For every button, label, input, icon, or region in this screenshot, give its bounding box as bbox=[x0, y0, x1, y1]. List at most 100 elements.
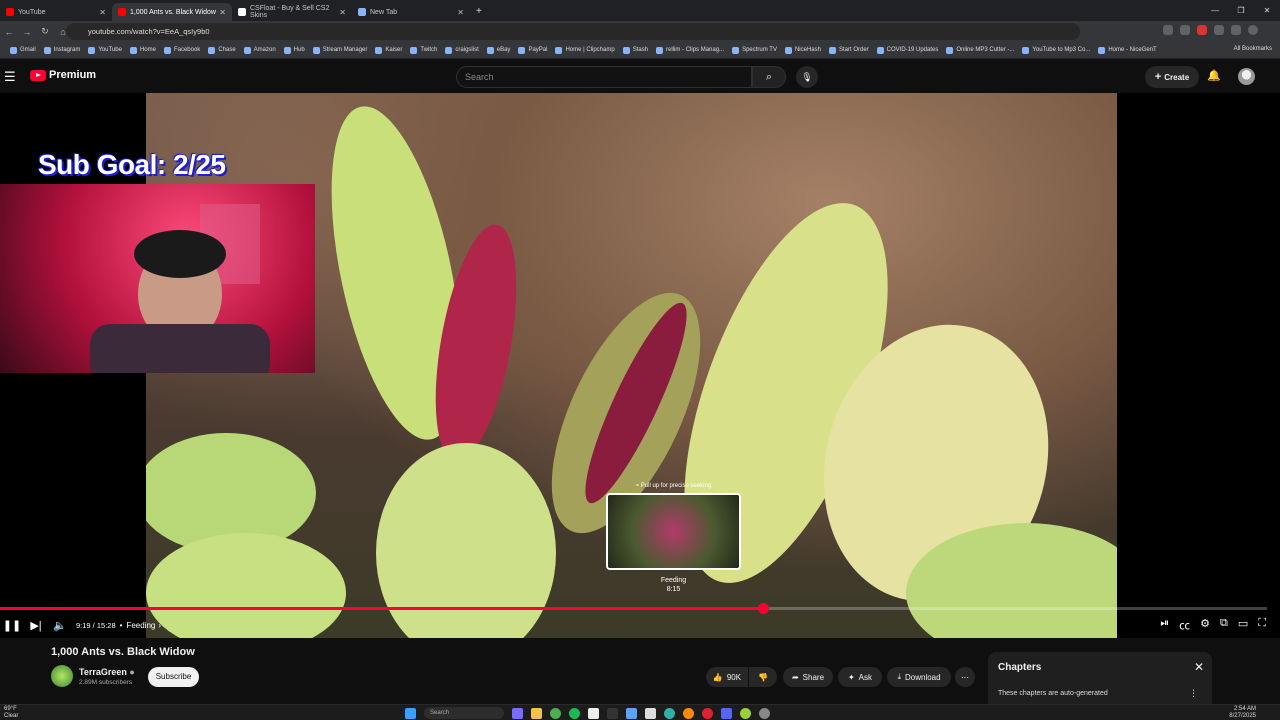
tab-new-tab[interactable]: New Tab ✕ bbox=[352, 3, 470, 21]
profile-icon[interactable] bbox=[1248, 25, 1258, 35]
restore-icon[interactable]: ❐ bbox=[1228, 6, 1254, 15]
miniplayer-icon[interactable]: ⧉ bbox=[1220, 617, 1228, 633]
extension-icon[interactable] bbox=[1214, 25, 1224, 35]
bookmark-item[interactable]: Online MP3 Cutter -... bbox=[946, 46, 1014, 54]
bookmark-item[interactable]: craigslist bbox=[445, 46, 479, 54]
reload-icon[interactable]: ↻ bbox=[36, 26, 54, 37]
bookmark-item[interactable]: Home - NiceGenT bbox=[1098, 46, 1157, 54]
discord-icon[interactable] bbox=[721, 707, 732, 719]
close-tab-icon[interactable]: ✕ bbox=[219, 8, 226, 17]
firefox-icon[interactable] bbox=[683, 707, 694, 719]
close-window-icon[interactable]: ✕ bbox=[1254, 6, 1280, 15]
share-button[interactable]: ➦ Share bbox=[783, 667, 833, 687]
pause-icon[interactable]: ❚❚ bbox=[0, 619, 24, 632]
subscribe-button[interactable]: Subscribe bbox=[148, 667, 199, 687]
extension-icon[interactable] bbox=[1180, 25, 1190, 35]
bookmark-item[interactable]: YouTube bbox=[88, 46, 122, 54]
fullscreen-icon[interactable]: ⛶ bbox=[1258, 617, 1266, 633]
search-input[interactable]: Search bbox=[456, 66, 752, 88]
create-button[interactable]: + Create bbox=[1145, 66, 1199, 88]
bookmark-item[interactable]: Gmail bbox=[10, 46, 36, 54]
bookmark-item[interactable]: PayPal bbox=[518, 46, 547, 54]
app-icon[interactable] bbox=[759, 707, 770, 719]
back-icon[interactable]: ← bbox=[0, 27, 18, 37]
puzzle-icon[interactable] bbox=[1231, 25, 1241, 35]
next-icon[interactable]: ▶| bbox=[24, 619, 48, 632]
spotify-icon[interactable] bbox=[569, 707, 580, 719]
youtube-logo[interactable]: Premium bbox=[30, 69, 96, 81]
bookmark-item[interactable]: Stash bbox=[622, 46, 648, 54]
notifications-bell-icon[interactable]: 🔔 bbox=[1207, 69, 1221, 82]
bookmark-item[interactable]: NiceHash bbox=[784, 46, 821, 54]
tab-active-video[interactable]: 1,000 Ants vs. Black Widow ✕ bbox=[112, 3, 232, 21]
opera-icon[interactable] bbox=[702, 707, 713, 719]
copilot-icon[interactable] bbox=[512, 707, 523, 719]
channel-name[interactable]: TerraGreen ● bbox=[79, 667, 135, 677]
voice-search-button[interactable]: 🎙 bbox=[796, 66, 818, 88]
file-explorer-icon[interactable] bbox=[531, 707, 542, 719]
channel-avatar[interactable] bbox=[51, 665, 73, 687]
close-tab-icon[interactable]: ✕ bbox=[99, 8, 106, 17]
like-button[interactable]: 👍 90K bbox=[706, 667, 748, 687]
bookmark-item[interactable]: Kaiser bbox=[375, 46, 402, 54]
chrome-icon[interactable] bbox=[550, 707, 561, 719]
bookmark-item[interactable]: YouTube to Mp3 Co... bbox=[1022, 46, 1090, 54]
bookmark-item[interactable]: Amazon bbox=[243, 46, 276, 54]
search-button[interactable]: ⌕ bbox=[752, 66, 786, 88]
volume-icon[interactable]: 🔈 bbox=[48, 619, 72, 632]
bookmark-item[interactable]: Twitch bbox=[410, 46, 437, 54]
close-tab-icon[interactable]: ✕ bbox=[339, 8, 346, 17]
taskbar-search-input[interactable]: Search bbox=[424, 707, 504, 719]
subtitles-icon[interactable]: ㏄ bbox=[1179, 617, 1190, 633]
bookmark-item[interactable]: COVID-19 Updates bbox=[876, 46, 938, 54]
scrubber-handle[interactable] bbox=[757, 603, 769, 614]
more-vertical-icon[interactable]: ⋮ bbox=[1189, 688, 1198, 699]
download-button[interactable]: ⤓ Download bbox=[887, 667, 951, 687]
bookmark-item[interactable]: eBay bbox=[486, 46, 510, 54]
settings-gear-icon[interactable]: ⚙ bbox=[1200, 617, 1210, 633]
progress-bar[interactable] bbox=[0, 603, 1267, 614]
chevron-right-icon[interactable]: › bbox=[158, 621, 161, 630]
share-label: Share bbox=[802, 672, 825, 682]
weather-widget[interactable]: 69°F Clear bbox=[4, 706, 18, 720]
autoplay-toggle-icon[interactable]: ⏯ bbox=[1160, 617, 1169, 633]
bookmark-item[interactable]: Home bbox=[129, 46, 156, 54]
dislike-button[interactable]: 👎 bbox=[749, 667, 777, 687]
bookmark-item[interactable]: Start Order bbox=[828, 46, 869, 54]
bookmark-item[interactable]: Instagram bbox=[43, 46, 80, 54]
close-icon[interactable]: ✕ bbox=[1194, 660, 1204, 674]
app-icon[interactable] bbox=[588, 707, 599, 719]
bookmark-item[interactable]: Home | Clipchamp bbox=[555, 46, 615, 54]
edge-icon[interactable] bbox=[664, 707, 675, 719]
chapter-title[interactable]: Feeding bbox=[126, 621, 155, 630]
app-icon[interactable] bbox=[740, 707, 751, 719]
close-tab-icon[interactable]: ✕ bbox=[457, 8, 464, 17]
bookmark-item[interactable]: Chase bbox=[208, 46, 236, 54]
all-bookmarks[interactable]: All Bookmarks bbox=[1234, 46, 1272, 52]
windows-start-icon[interactable] bbox=[405, 707, 416, 719]
forward-icon[interactable]: → bbox=[18, 27, 36, 37]
menu-icon[interactable]: ☰ bbox=[4, 69, 16, 85]
avatar[interactable] bbox=[1238, 68, 1255, 85]
bookmark-item[interactable]: Facebook bbox=[163, 46, 200, 54]
bookmark-item[interactable]: Spectrum TV bbox=[732, 46, 777, 54]
theater-mode-icon[interactable]: ▭ bbox=[1238, 617, 1248, 633]
more-actions-button[interactable]: ⋯ bbox=[955, 667, 975, 687]
video-player[interactable]: Sub Goal: 2/25 ≈ Pull up for precise see… bbox=[0, 93, 1280, 638]
tab-csfloat[interactable]: CSFloat - Buy & Sell CS2 Skins ✕ bbox=[232, 3, 352, 21]
bookmarks-bar: Gmail Instagram YouTube Home Facebook Chase Am… bbox=[0, 42, 1280, 59]
tab-youtube[interactable]: YouTube ✕ bbox=[0, 3, 112, 21]
system-clock[interactable]: 2:54 AM 8/27/2025 bbox=[1229, 706, 1256, 720]
new-tab-button[interactable]: + bbox=[476, 6, 482, 17]
minimize-icon[interactable]: — bbox=[1202, 6, 1228, 15]
ask-button[interactable]: ✦ Ask bbox=[838, 667, 882, 687]
notepad-icon[interactable] bbox=[626, 707, 637, 719]
url-field[interactable]: youtube.com/watch?v=EeA_qsIy9b0 bbox=[66, 23, 1080, 40]
app-icon[interactable] bbox=[645, 707, 656, 719]
bookmark-item[interactable]: rellim - Clips Manag... bbox=[656, 46, 724, 54]
extension-icon[interactable] bbox=[1163, 25, 1173, 35]
bookmark-item[interactable]: Stream Manager bbox=[312, 46, 367, 54]
terminal-icon[interactable] bbox=[607, 707, 618, 719]
extension-icon[interactable] bbox=[1197, 25, 1207, 35]
bookmark-item[interactable]: Hub bbox=[283, 46, 305, 54]
